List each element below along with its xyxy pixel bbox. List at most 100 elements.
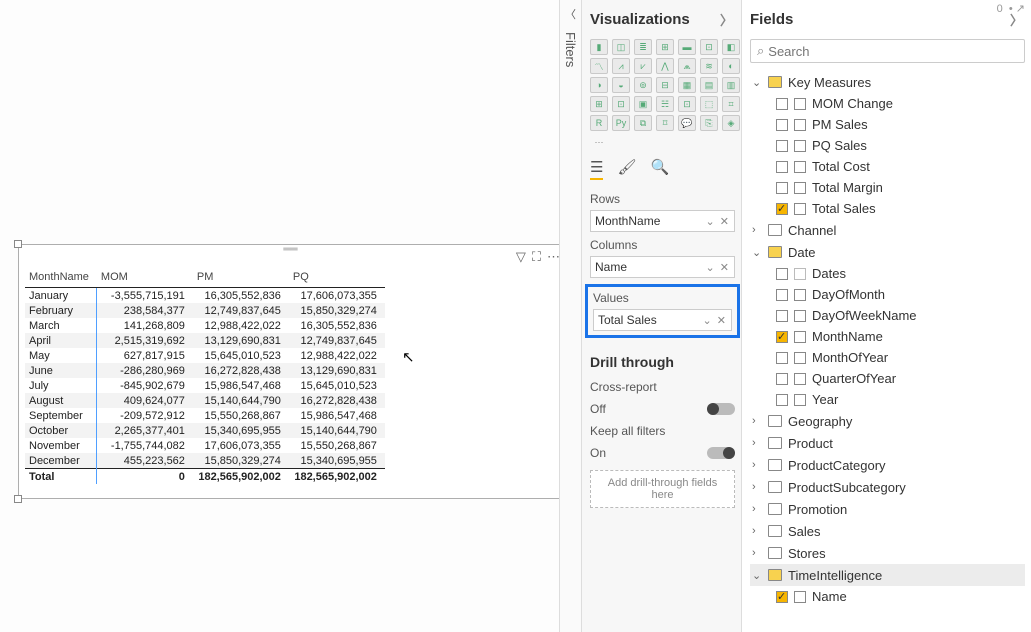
table-row[interactable]: November-1,755,744,08217,606,073,35515,5… [25, 438, 385, 453]
viz-type-icon[interactable]: ⌑ [656, 115, 674, 131]
viz-type-icon[interactable]: ⊞ [590, 96, 608, 112]
columns-well[interactable]: Name ⌄ ✕ [590, 256, 735, 278]
checkbox[interactable] [776, 161, 788, 173]
chevron-right-icon[interactable]: 〉 [720, 10, 733, 29]
viz-type-icon[interactable]: ◐ [722, 58, 740, 74]
viz-type-icon[interactable]: ◑ [590, 77, 608, 93]
viz-type-icon[interactable]: ⊡ [700, 39, 718, 55]
col-header[interactable]: PQ [289, 267, 385, 288]
fields-search[interactable]: ⌕ [750, 39, 1025, 63]
field-item[interactable]: Dates [774, 263, 1025, 284]
fields-search-input[interactable] [768, 44, 1018, 59]
resize-handle-tl[interactable] [14, 240, 22, 248]
table-group[interactable]: ›Product [750, 432, 1025, 454]
columns-well-actions[interactable]: ⌄ ✕ [706, 261, 731, 274]
table-group[interactable]: ›Geography [750, 410, 1025, 432]
viz-type-icon[interactable]: ⊡ [612, 96, 630, 112]
table-group[interactable]: ›ProductSubcategory [750, 476, 1025, 498]
viz-type-icon[interactable]: 💬 [678, 115, 696, 131]
viz-type-icon[interactable]: ▦ [678, 77, 696, 93]
focus-mode-icon[interactable]: ⛶ [532, 249, 541, 265]
checkbox[interactable] [776, 352, 788, 364]
field-item[interactable]: Total Cost [774, 156, 1025, 177]
checkbox[interactable] [776, 591, 788, 603]
field-item[interactable]: PQ Sales [774, 135, 1025, 156]
table-row[interactable]: January-3,555,715,19116,305,552,83617,60… [25, 288, 385, 304]
viz-type-icon[interactable]: Py [612, 115, 630, 131]
table-row[interactable]: September-209,572,91215,550,268,86715,98… [25, 408, 385, 423]
col-header[interactable]: MOM [97, 267, 193, 288]
table-group[interactable]: ›Promotion [750, 498, 1025, 520]
chevron-left-icon[interactable]: 〈 [565, 6, 576, 22]
field-item[interactable]: MonthName [774, 326, 1025, 347]
field-item[interactable]: Name [774, 586, 1025, 607]
table-row[interactable]: February238,584,37712,749,837,64515,850,… [25, 303, 385, 318]
viz-type-icon[interactable]: ⋯ [590, 134, 608, 150]
viz-type-icon[interactable]: ▬ [678, 39, 696, 55]
viz-type-icon[interactable]: ⬚ [700, 96, 718, 112]
checkbox[interactable] [776, 182, 788, 194]
table-group[interactable]: ›ProductCategory [750, 454, 1025, 476]
viz-type-icon[interactable]: ⊞ [656, 39, 674, 55]
checkbox[interactable] [776, 394, 788, 406]
field-item[interactable]: MOM Change [774, 93, 1025, 114]
field-item[interactable]: Total Margin [774, 177, 1025, 198]
values-well-actions[interactable]: ⌄ ✕ [703, 314, 728, 327]
field-item[interactable]: QuarterOfYear [774, 368, 1025, 389]
viz-type-icon[interactable]: ⧉ [634, 115, 652, 131]
checkbox[interactable] [776, 310, 788, 322]
format-tab-icon[interactable]: 🖌 [617, 158, 636, 180]
viz-type-icon[interactable]: ◒ [612, 77, 630, 93]
matrix-visual[interactable]: ══ ▽ ⛶ ⋯ MonthNameMOMPMPQ January-3,555,… [18, 244, 563, 499]
viz-type-icon[interactable]: R [590, 115, 608, 131]
viz-type-icon[interactable]: ⊟ [656, 77, 674, 93]
table-group[interactable]: ⌄Date [750, 241, 1025, 263]
viz-type-icon[interactable]: ◈ [722, 115, 740, 131]
field-item[interactable]: MonthOfYear [774, 347, 1025, 368]
rows-well[interactable]: MonthName ⌄ ✕ [590, 210, 735, 232]
table-group[interactable]: ›Channel [750, 219, 1025, 241]
table-group[interactable]: ›Stores [750, 542, 1025, 564]
keep-filters-toggle[interactable] [707, 447, 735, 459]
rows-well-actions[interactable]: ⌄ ✕ [706, 215, 731, 228]
fields-tab-icon[interactable]: ☰ [590, 158, 603, 180]
checkbox[interactable] [776, 140, 788, 152]
viz-type-icon[interactable]: ▮ [590, 39, 608, 55]
viz-type-icon[interactable]: ⩘ [612, 58, 630, 74]
values-well[interactable]: Total Sales ⌄ ✕ [593, 309, 732, 331]
checkbox[interactable] [776, 119, 788, 131]
checkbox[interactable] [776, 289, 788, 301]
col-header[interactable]: PM [193, 267, 289, 288]
filters-pane-collapsed[interactable]: 〈 Filters [559, 0, 581, 632]
viz-type-icon[interactable]: ⌗ [722, 96, 740, 112]
field-item[interactable]: DayOfMonth [774, 284, 1025, 305]
table-group[interactable]: ⌄TimeIntelligence [750, 564, 1025, 586]
viz-type-icon[interactable]: ▥ [722, 77, 740, 93]
checkbox[interactable] [776, 98, 788, 110]
table-group[interactable]: ⌄Key Measures [750, 71, 1025, 93]
viz-type-icon[interactable]: ⋀ [656, 58, 674, 74]
field-item[interactable]: PM Sales [774, 114, 1025, 135]
field-item[interactable]: DayOfWeekName [774, 305, 1025, 326]
viz-type-icon[interactable]: 〽 [590, 58, 608, 74]
table-row[interactable]: December455,223,56215,850,329,27415,340,… [25, 453, 385, 469]
viz-type-icon[interactable]: ⎘ [700, 115, 718, 131]
table-row[interactable]: August409,624,07715,140,644,79016,272,82… [25, 393, 385, 408]
viz-type-icon[interactable]: ◧ [722, 39, 740, 55]
checkbox[interactable] [776, 203, 788, 215]
table-row[interactable]: May627,817,91515,645,010,52312,988,422,0… [25, 348, 385, 363]
table-row[interactable]: April2,515,319,69213,129,690,83112,749,8… [25, 333, 385, 348]
viz-type-icon[interactable]: ≋ [700, 58, 718, 74]
table-group[interactable]: ›Sales [750, 520, 1025, 542]
field-item[interactable]: Year [774, 389, 1025, 410]
viz-type-icon[interactable]: ⩕ [678, 58, 696, 74]
viz-type-icon[interactable]: ⊚ [634, 77, 652, 93]
checkbox[interactable] [776, 373, 788, 385]
table-row[interactable]: March141,268,80912,988,422,02216,305,552… [25, 318, 385, 333]
resize-handle-bl[interactable] [14, 495, 22, 503]
table-row[interactable]: October2,265,377,40115,340,695,95515,140… [25, 423, 385, 438]
table-row[interactable]: June-286,280,96916,272,828,43813,129,690… [25, 363, 385, 378]
viz-type-icon[interactable]: ▣ [634, 96, 652, 112]
col-header[interactable]: MonthName [25, 267, 97, 288]
viz-type-icon[interactable]: ◫ [612, 39, 630, 55]
